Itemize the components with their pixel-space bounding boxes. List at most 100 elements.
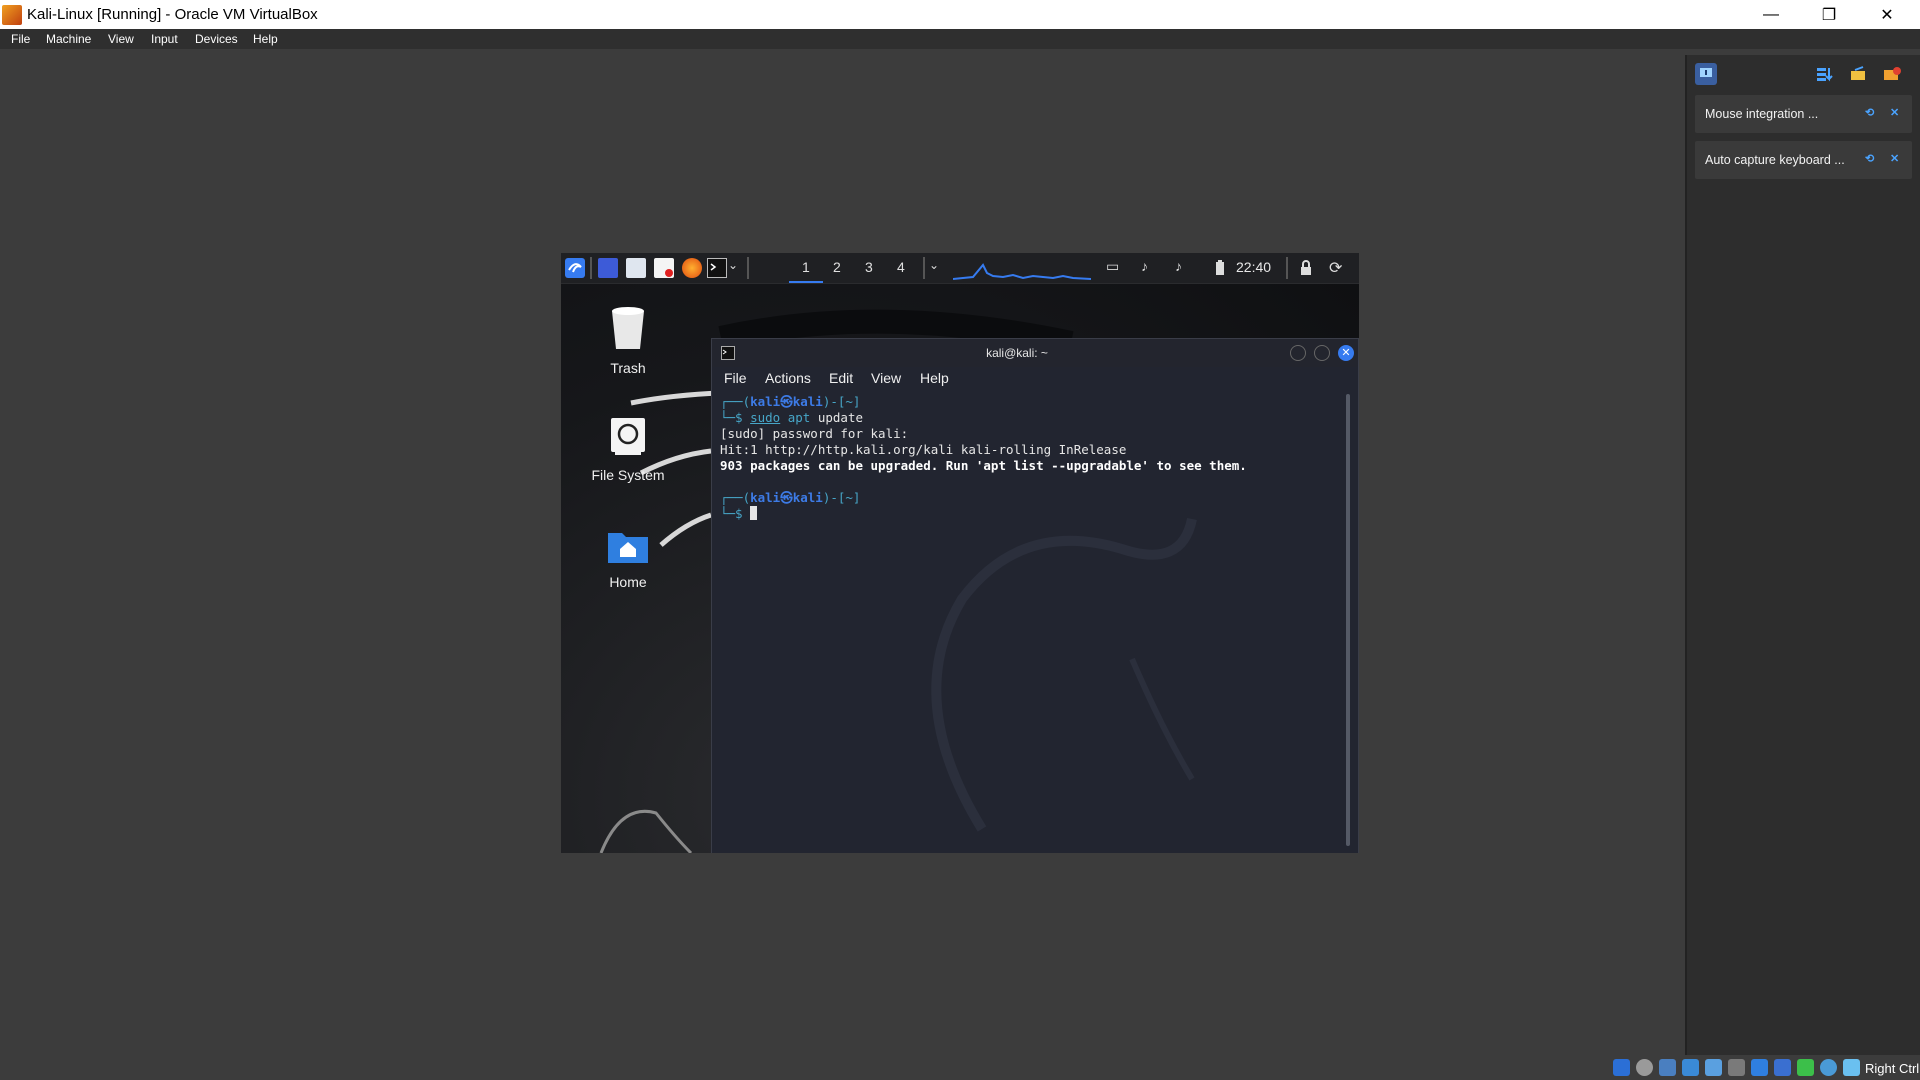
terminal-title: kali@kali: ~ bbox=[986, 346, 1048, 360]
menu-help[interactable]: Help bbox=[253, 32, 278, 46]
notification-text: Auto capture keyboard ... bbox=[1705, 153, 1845, 167]
menu-input[interactable]: Input bbox=[151, 32, 178, 46]
menu-view[interactable]: View bbox=[108, 32, 134, 46]
prompt-frame: ┌──( bbox=[720, 394, 751, 409]
command-apt: apt bbox=[787, 410, 811, 425]
recording-icon[interactable] bbox=[1774, 1059, 1791, 1076]
panel-clock[interactable]: 22:40 bbox=[1236, 259, 1271, 275]
desktop-icon-label: Home bbox=[609, 574, 647, 590]
panel-separator bbox=[747, 257, 749, 279]
command-sudo: sudo bbox=[750, 410, 781, 425]
notification-mouse-integration[interactable]: Mouse integration ... ⟲ ✕ bbox=[1695, 95, 1912, 133]
vm-display[interactable]: ⌄ 1 2 3 4 ⌄ ▭ ♪ ♪ 22:40 ⟳ Trash File Sys… bbox=[561, 253, 1359, 853]
terminal-menubar: File Actions Edit View Help bbox=[712, 367, 1358, 389]
terminal-menu-actions[interactable]: Actions bbox=[765, 370, 811, 386]
output-line: 903 packages can be upgraded. Run 'apt l… bbox=[720, 458, 1247, 473]
optical-drive-icon[interactable] bbox=[1636, 1059, 1653, 1076]
window-title: Kali-Linux [Running] - Oracle VM Virtual… bbox=[27, 6, 318, 23]
chevron-down-icon[interactable]: ⌄ bbox=[728, 258, 748, 278]
window-list-chevron-icon[interactable]: ⌄ bbox=[929, 258, 949, 278]
file-manager-icon[interactable] bbox=[626, 258, 646, 278]
window-titlebar: Kali-Linux [Running] - Oracle VM Virtual… bbox=[0, 0, 1920, 29]
menubar: File Machine View Input Devices Help bbox=[0, 29, 1920, 49]
active-workspace-indicator bbox=[789, 281, 823, 283]
notification-bell-icon[interactable]: ♪ bbox=[1175, 258, 1195, 278]
mouse-integration-icon[interactable] bbox=[1820, 1059, 1837, 1076]
panel-separator bbox=[923, 257, 925, 279]
panel-separator bbox=[1286, 257, 1288, 279]
cpu-graph-icon bbox=[953, 263, 1091, 280]
audio-icon[interactable] bbox=[1659, 1059, 1676, 1076]
panel-separator bbox=[590, 257, 592, 279]
display-icon[interactable] bbox=[1751, 1059, 1768, 1076]
menu-devices[interactable]: Devices bbox=[195, 32, 238, 46]
sort-notifications-icon[interactable] bbox=[1813, 63, 1835, 85]
command-args: update bbox=[810, 410, 864, 425]
terminal-menu-edit[interactable]: Edit bbox=[829, 370, 853, 386]
close-notification-icon[interactable]: ✕ bbox=[1890, 106, 1899, 119]
minimize-button[interactable]: — bbox=[1742, 0, 1800, 29]
notification-panel: Mouse integration ... ⟲ ✕ Auto capture k… bbox=[1685, 55, 1920, 1055]
workspace-2[interactable]: 2 bbox=[833, 259, 841, 275]
vm-statusbar: Right Ctrl bbox=[1605, 1055, 1920, 1080]
prompt-symbol: └─$ bbox=[720, 506, 751, 521]
usb-icon[interactable] bbox=[1705, 1059, 1722, 1076]
firefox-icon[interactable] bbox=[682, 258, 702, 278]
desktop-icon-trash[interactable]: Trash bbox=[583, 305, 673, 376]
trash-icon bbox=[612, 307, 644, 349]
output-line: Hit:1 http://http.kali.org/kali kali-rol… bbox=[720, 442, 1127, 457]
terminal-maximize-button[interactable] bbox=[1314, 345, 1330, 361]
maximize-button[interactable]: ❐ bbox=[1800, 0, 1858, 29]
prompt-path: )-[~] bbox=[822, 394, 861, 409]
desktop-icon-home[interactable]: Home bbox=[583, 525, 673, 590]
terminal-minimize-button[interactable] bbox=[1290, 345, 1306, 361]
shared-folders-icon[interactable] bbox=[1728, 1059, 1745, 1076]
cpu-icon[interactable] bbox=[1797, 1059, 1814, 1076]
keyboard-capture-icon[interactable] bbox=[1843, 1059, 1860, 1076]
pin-icon[interactable]: ⟲ bbox=[1865, 152, 1874, 165]
terminal-window[interactable]: kali@kali: ~ ✕ File Actions Edit View He… bbox=[711, 338, 1359, 853]
battery-icon[interactable] bbox=[1210, 258, 1230, 278]
dismiss-all-icon[interactable] bbox=[1881, 63, 1903, 85]
text-cursor bbox=[750, 506, 758, 520]
host-key-label: Right Ctrl bbox=[1865, 1061, 1920, 1076]
notification-auto-capture[interactable]: Auto capture keyboard ... ⟲ ✕ bbox=[1695, 141, 1912, 179]
terminal-menu-help[interactable]: Help bbox=[920, 370, 949, 386]
terminal-close-button[interactable]: ✕ bbox=[1338, 345, 1354, 361]
terminal-menu-file[interactable]: File bbox=[724, 370, 747, 386]
terminal-scrollbar[interactable] bbox=[1346, 394, 1350, 846]
terminal-output[interactable]: ┌──(kali㉿kali)-[~] └─$ sudo apt update [… bbox=[720, 394, 1340, 849]
terminal-menu-view[interactable]: View bbox=[871, 370, 901, 386]
clear-notifications-icon[interactable] bbox=[1847, 63, 1869, 85]
kali-menu-icon[interactable] bbox=[565, 258, 585, 278]
close-button[interactable]: ✕ bbox=[1858, 0, 1916, 29]
volume-icon[interactable]: ♪ bbox=[1141, 258, 1161, 278]
close-notification-icon[interactable]: ✕ bbox=[1890, 152, 1899, 165]
notification-toolbar bbox=[1687, 63, 1920, 89]
home-folder-icon bbox=[608, 533, 648, 563]
terminal-launcher-icon[interactable] bbox=[707, 258, 727, 278]
show-desktop-icon[interactable] bbox=[598, 258, 618, 278]
prompt-user: kali㉿kali bbox=[750, 490, 823, 505]
workspace-1[interactable]: 1 bbox=[802, 259, 810, 275]
workspace-4[interactable]: 4 bbox=[897, 259, 905, 275]
output-line: [sudo] password for kali: bbox=[720, 426, 909, 441]
hard-disk-icon[interactable] bbox=[1613, 1059, 1630, 1076]
logout-icon[interactable]: ⟳ bbox=[1329, 258, 1349, 278]
network-icon[interactable] bbox=[1682, 1059, 1699, 1076]
desktop-icon-label: Trash bbox=[610, 360, 646, 376]
menu-file[interactable]: File bbox=[11, 32, 30, 46]
message-center-icon[interactable] bbox=[1695, 63, 1717, 85]
desktop-icon-file-system[interactable]: File System bbox=[583, 416, 673, 483]
menu-machine[interactable]: Machine bbox=[46, 32, 91, 46]
workspace-3[interactable]: 3 bbox=[865, 259, 873, 275]
prompt-path: )-[~] bbox=[822, 490, 861, 505]
desktop-icon-label: File System bbox=[591, 467, 665, 483]
prompt-frame: ┌──( bbox=[720, 490, 751, 505]
lock-screen-icon[interactable] bbox=[1296, 258, 1316, 278]
virtualbox-app-icon bbox=[2, 5, 22, 25]
text-editor-icon[interactable] bbox=[654, 258, 674, 278]
terminal-titlebar[interactable]: kali@kali: ~ ✕ bbox=[712, 339, 1358, 367]
pin-icon[interactable]: ⟲ bbox=[1865, 106, 1874, 119]
display-settings-icon[interactable]: ▭ bbox=[1106, 258, 1126, 278]
